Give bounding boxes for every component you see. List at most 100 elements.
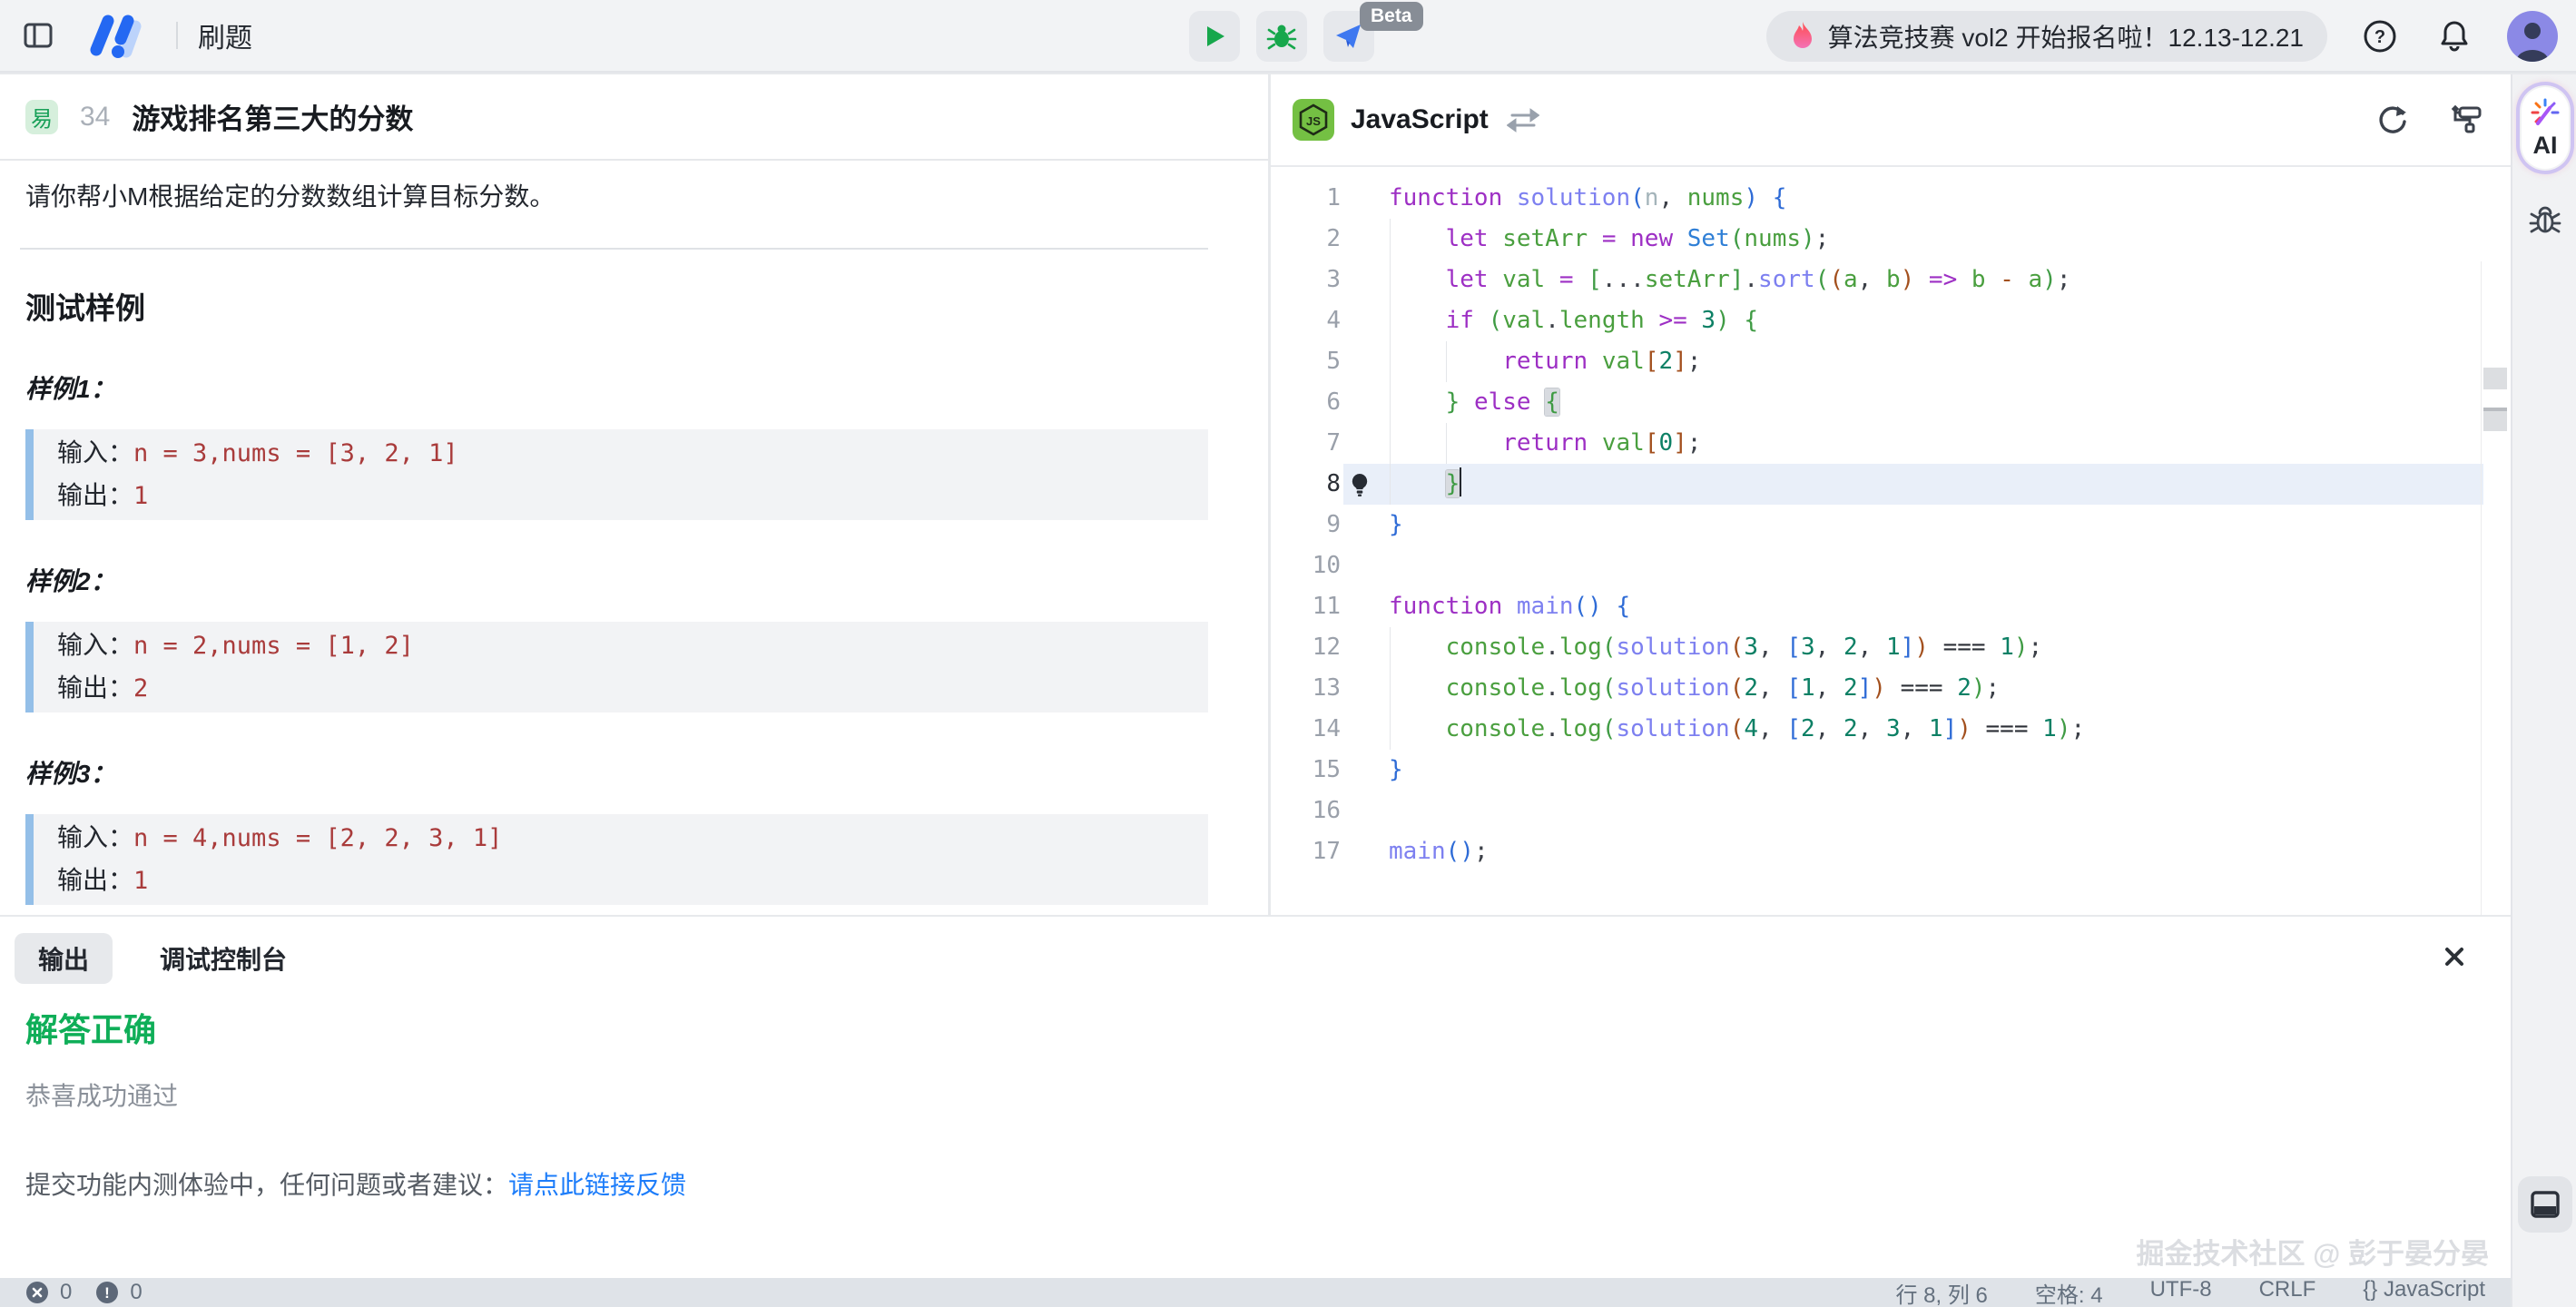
debug-panel-button[interactable]	[2527, 201, 2563, 242]
app-window: 刷题 Beta	[0, 0, 2576, 1307]
difficulty-badge: 易	[25, 100, 58, 134]
eol-sequence[interactable]: CRLF	[2259, 1277, 2316, 1307]
toggle-bottom-panel-button[interactable]	[2518, 1176, 2572, 1233]
page-title: 刷题	[198, 15, 252, 55]
sample-row: 输出：1	[57, 860, 1185, 902]
ai-sparkle-icon	[2530, 97, 2561, 128]
line-number: 8	[1271, 464, 1341, 505]
code-line[interactable]: 14 console.log(solution(4, [2, 2, 3, 1])…	[1271, 709, 2511, 750]
format-paint-icon	[2449, 103, 2485, 137]
code-line[interactable]: 3 let val = [...setArr].sort((a, b) => b…	[1271, 260, 2511, 300]
code-editor[interactable]: 1function solution(n, nums) {2 let setAr…	[1271, 167, 2511, 915]
code-line[interactable]: 8 }	[1271, 464, 2511, 505]
bug-outline-icon	[2527, 201, 2563, 238]
reset-code-button[interactable]	[2371, 98, 2414, 142]
sample-row: 输入：n = 3,nums = [3, 2, 1]	[57, 432, 1185, 475]
avatar[interactable]	[2507, 11, 2558, 62]
code-line[interactable]: 16	[1271, 791, 2511, 831]
code-line[interactable]: 17main();	[1271, 831, 2511, 872]
code-line[interactable]: 2 let setArr = new Set(nums);	[1271, 219, 2511, 260]
feedback-link[interactable]: 请点此链接反馈	[508, 1171, 686, 1199]
contest-banner[interactable]: 算法竞技赛 vol2 开始报名啦！12.13-12.21	[1766, 11, 2327, 62]
sample-label: 样例1：	[25, 369, 1243, 406]
overview-ruler-mark[interactable]	[2483, 408, 2507, 431]
line-number: 15	[1271, 750, 1341, 791]
code-line[interactable]: 5 return val[2];	[1271, 341, 2511, 382]
sidebar-toggle-button[interactable]	[16, 14, 60, 57]
right-sidebar: AI	[2511, 74, 2576, 1307]
ai-assistant-button[interactable]: AI	[2519, 84, 2571, 172]
code-line[interactable]: 7 return val[0];	[1271, 423, 2511, 464]
line-number: 2	[1271, 219, 1341, 260]
line-number: 14	[1271, 709, 1341, 750]
samples-heading: 测试样例	[25, 284, 1243, 328]
play-icon	[1201, 23, 1228, 50]
warnings-count[interactable]: 0	[130, 1280, 142, 1305]
format-code-button[interactable]	[2445, 98, 2489, 142]
line-number: 7	[1271, 423, 1341, 464]
code-line[interactable]: 11function main() {	[1271, 586, 2511, 627]
help-button[interactable]: ?	[2358, 15, 2402, 58]
line-number: 6	[1271, 382, 1341, 423]
code-line[interactable]: 15}	[1271, 750, 2511, 791]
code-line[interactable]: 10	[1271, 545, 2511, 586]
cursor-position[interactable]: 行 8, 列 6	[1896, 1277, 1988, 1307]
sample-row: 输出：2	[57, 667, 1185, 710]
encoding[interactable]: UTF-8	[2150, 1277, 2212, 1307]
sample-row: 输入：n = 2,nums = [1, 2]	[57, 624, 1185, 667]
errors-count[interactable]: 0	[60, 1280, 72, 1305]
tab-debug-console[interactable]: 调试控制台	[136, 933, 310, 984]
divider	[20, 248, 1208, 250]
scrollbar-gutter	[2481, 261, 2482, 915]
editor-panel: JS JavaScript 1function solution(n, nums…	[1271, 74, 2511, 915]
run-button[interactable]	[1189, 11, 1240, 62]
warnings-icon[interactable]: !	[95, 1281, 119, 1304]
language-mode[interactable]: {} JavaScript	[2363, 1277, 2485, 1307]
contest-banner-text: 算法竞技赛 vol2 开始报名啦！12.13-12.21	[1828, 18, 2304, 54]
divider	[176, 22, 178, 49]
debug-button[interactable]	[1256, 11, 1307, 62]
problem-description: 请你帮小M根据给定的分数数组计算目标分数。	[25, 179, 1243, 215]
sample-block: 输入：n = 3,nums = [3, 2, 1]输出：1	[25, 429, 1208, 520]
code-line[interactable]: 1function solution(n, nums) {	[1271, 178, 2511, 219]
code-line[interactable]: 6 } else {	[1271, 382, 2511, 423]
sample-row: 输出：1	[57, 475, 1185, 517]
svg-text:?: ?	[2374, 27, 2385, 47]
swap-arrows-icon	[1507, 106, 1539, 133]
tab-output[interactable]: 输出	[15, 933, 113, 984]
code-line[interactable]: 12 console.log(solution(3, [3, 2, 1]) ==…	[1271, 627, 2511, 668]
code-line[interactable]: 13 console.log(solution(2, [1, 2]) === 2…	[1271, 668, 2511, 709]
line-number: 12	[1271, 627, 1341, 668]
close-icon	[2440, 942, 2469, 971]
lightbulb-icon[interactable]	[1349, 471, 1371, 512]
line-number: 9	[1271, 505, 1341, 545]
sample-block: 输入：n = 2,nums = [1, 2]输出：2	[25, 622, 1208, 712]
submit-button[interactable]: Beta	[1323, 11, 1374, 62]
text-cursor	[1460, 467, 1461, 496]
problem-id: 34	[80, 102, 110, 133]
bell-icon	[2437, 19, 2472, 54]
notifications-button[interactable]	[2433, 15, 2476, 58]
line-number: 16	[1271, 791, 1341, 831]
code-line[interactable]: 9}	[1271, 505, 2511, 545]
panel-bottom-icon	[2529, 1189, 2561, 1220]
app-logo[interactable]	[80, 14, 156, 57]
line-number: 5	[1271, 341, 1341, 382]
sample-label: 样例2：	[25, 562, 1243, 598]
beta-badge: Beta	[1360, 2, 1423, 31]
close-panel-button[interactable]	[2440, 942, 2469, 976]
switch-language-button[interactable]	[1507, 106, 1539, 133]
indentation[interactable]: 空格: 4	[2035, 1277, 2103, 1307]
line-number: 4	[1271, 300, 1341, 341]
result-message: 恭喜成功通过	[25, 1076, 2485, 1113]
problem-title: 游戏排名第三大的分数	[132, 96, 413, 137]
javascript-logo-icon: JS	[1293, 99, 1334, 141]
top-bar: 刷题 Beta	[0, 0, 2576, 73]
output-panel: 输出 调试控制台 解答正确 恭喜成功通过 提交功能内测体验中，任何问题或者建议：…	[0, 917, 2511, 1278]
line-number: 17	[1271, 831, 1341, 872]
overview-ruler-mark[interactable]	[2483, 368, 2507, 389]
errors-icon[interactable]	[25, 1281, 49, 1304]
line-number: 1	[1271, 178, 1341, 219]
code-line[interactable]: 4 if (val.length >= 3) {	[1271, 300, 2511, 341]
svg-text:JS: JS	[1306, 114, 1321, 128]
